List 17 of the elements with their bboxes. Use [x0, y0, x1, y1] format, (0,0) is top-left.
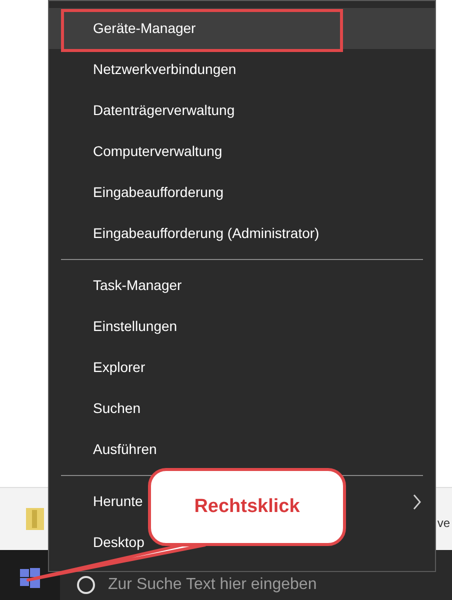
window-text: ve: [437, 515, 450, 532]
callout-text: Rechtsklick: [194, 494, 300, 519]
menu-item[interactable]: Ausführen: [49, 429, 435, 470]
windows-logo-icon: [20, 568, 40, 588]
menu-item[interactable]: Suchen: [49, 388, 435, 429]
menu-item[interactable]: Computerverwaltung: [49, 131, 435, 172]
menu-item[interactable]: Einstellungen: [49, 306, 435, 347]
folder-icon: [26, 508, 44, 530]
menu-item[interactable]: Geräte-Manager: [49, 8, 435, 49]
menu-item[interactable]: Explorer: [49, 347, 435, 388]
menu-item[interactable]: Datenträgerverwaltung: [49, 90, 435, 131]
search-circle-icon: [76, 575, 96, 595]
menu-item[interactable]: Eingabeaufforderung (Administrator): [49, 213, 435, 254]
search-placeholder: Zur Suche Text hier eingeben: [108, 576, 317, 594]
menu-item[interactable]: Task-Manager: [49, 265, 435, 306]
menu-item[interactable]: Eingabeaufforderung: [49, 172, 435, 213]
menu-item[interactable]: Netzwerkverbindungen: [49, 49, 435, 90]
